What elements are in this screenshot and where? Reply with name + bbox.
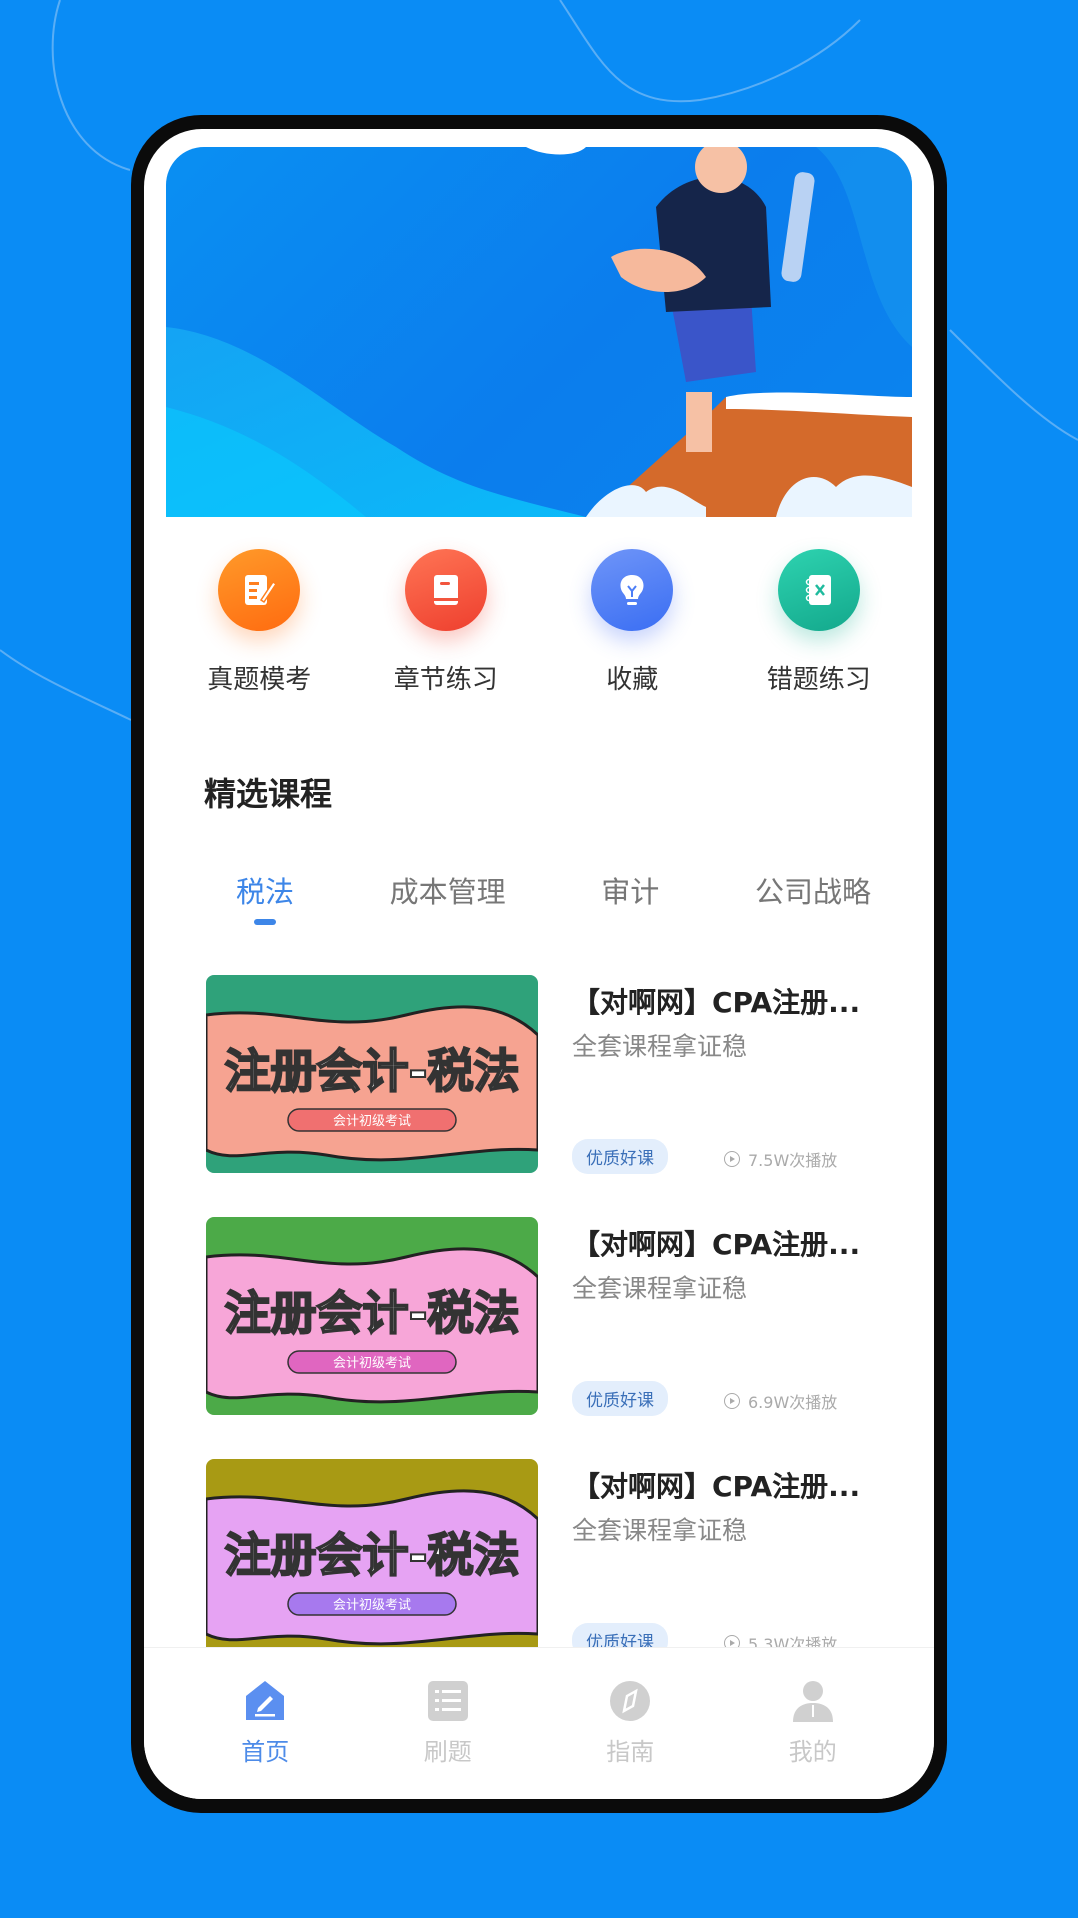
exam-paper-pencil-icon bbox=[218, 549, 301, 631]
quick-item-favorites[interactable]: 收藏 bbox=[547, 549, 717, 699]
course-thumbnail: 注册会计-税法 会计初级考试 bbox=[206, 1459, 538, 1657]
tab-audit[interactable]: 审计 bbox=[539, 869, 721, 949]
course-thumbnail: 注册会计-税法 会计初级考试 bbox=[206, 975, 538, 1173]
course-item[interactable]: 注册会计-税法 会计初级考试 【对啊网】CPA注册... 全套课程拿证稳 优质好… bbox=[206, 1217, 906, 1459]
home-pencil-icon bbox=[242, 1678, 288, 1724]
quality-badge: 优质好课 bbox=[572, 1381, 668, 1416]
active-tab-indicator bbox=[254, 919, 276, 925]
tabbar-profile[interactable]: 我的 bbox=[738, 1648, 888, 1799]
thumbnail-subtitle: 会计初级考试 bbox=[333, 1356, 411, 1371]
play-count-text: 7.5W次播放 bbox=[748, 1151, 838, 1170]
course-list: 注册会计-税法 会计初级考试 【对啊网】CPA注册... 全套课程拿证稳 优质好… bbox=[206, 975, 906, 1701]
course-subtitle: 全套课程拿证稳 bbox=[572, 1032, 748, 1061]
thumbnail-subtitle: 会计初级考试 bbox=[333, 1598, 411, 1613]
lightbulb-icon bbox=[591, 549, 674, 631]
tabbar-practice[interactable]: 刷题 bbox=[373, 1648, 523, 1799]
tabbar-guide[interactable]: 指南 bbox=[555, 1648, 705, 1799]
banner-illustration bbox=[166, 147, 912, 517]
compass-icon bbox=[607, 1678, 653, 1724]
tabbar-label: 刷题 bbox=[423, 1738, 472, 1766]
course-thumbnail: 注册会计-税法 会计初级考试 bbox=[206, 1217, 538, 1415]
quick-item-mistakes[interactable]: 错题练习 bbox=[734, 549, 904, 699]
tab-label: 公司战略 bbox=[754, 875, 871, 909]
book-icon bbox=[404, 549, 487, 631]
bottom-tab-bar: 首页 刷题 指南 我的 bbox=[144, 1647, 934, 1799]
tabbar-home[interactable]: 首页 bbox=[190, 1648, 340, 1799]
tab-cost-management[interactable]: 成本管理 bbox=[357, 869, 539, 949]
tab-label: 审计 bbox=[601, 875, 660, 909]
quick-item-exam[interactable]: 真题模考 bbox=[174, 549, 344, 699]
play-count-text: 6.9W次播放 bbox=[748, 1393, 838, 1412]
tab-label: 成本管理 bbox=[389, 875, 506, 909]
quick-item-chapter[interactable]: 章节练习 bbox=[361, 549, 531, 699]
section-title: 精选课程 bbox=[204, 775, 333, 813]
notebook-x-icon bbox=[777, 549, 860, 631]
category-tabs: 税法 成本管理 审计 公司战略 bbox=[174, 869, 904, 949]
tab-label: 税法 bbox=[235, 875, 294, 909]
course-subtitle: 全套课程拿证稳 bbox=[572, 1274, 748, 1303]
quick-item-label: 收藏 bbox=[606, 665, 659, 695]
thumbnail-art: 注册会计-税法 会计初级考试 bbox=[206, 1217, 538, 1415]
tab-tax-law[interactable]: 税法 bbox=[174, 869, 356, 949]
thumbnail-title: 注册会计-税法 bbox=[224, 1286, 519, 1340]
tab-corporate-strategy[interactable]: 公司战略 bbox=[722, 869, 904, 949]
course-subtitle: 全套课程拿证稳 bbox=[572, 1516, 748, 1545]
thumbnail-title: 注册会计-税法 bbox=[224, 1044, 519, 1098]
course-title: 【对啊网】CPA注册... bbox=[572, 986, 861, 1019]
course-title: 【对啊网】CPA注册... bbox=[572, 1228, 861, 1261]
tabbar-label: 指南 bbox=[606, 1738, 655, 1766]
thumbnail-subtitle: 会计初级考试 bbox=[333, 1114, 411, 1129]
quick-menu: 真题模考 章节练习 收藏 错题练习 bbox=[166, 549, 912, 699]
play-icon bbox=[724, 1393, 740, 1409]
list-icon bbox=[425, 1678, 471, 1724]
play-count: 7.5W次播放 bbox=[724, 1147, 837, 1171]
hero-banner[interactable] bbox=[166, 147, 912, 517]
tabbar-label: 我的 bbox=[788, 1738, 837, 1766]
thumbnail-title: 注册会计-税法 bbox=[224, 1528, 519, 1582]
thumbnail-art: 注册会计-税法 会计初级考试 bbox=[206, 975, 538, 1173]
thumbnail-art: 注册会计-税法 会计初级考试 bbox=[206, 1459, 538, 1657]
quick-item-label: 章节练习 bbox=[393, 665, 498, 695]
quick-item-label: 错题练习 bbox=[766, 665, 871, 695]
tabbar-label: 首页 bbox=[241, 1738, 290, 1766]
app-screen: 真题模考 章节练习 收藏 错题练习 精选课程 税法 成本管理 审计 公司战略 注… bbox=[144, 129, 934, 1799]
user-icon bbox=[790, 1678, 836, 1724]
play-count: 6.9W次播放 bbox=[724, 1389, 837, 1413]
course-item[interactable]: 注册会计-税法 会计初级考试 【对啊网】CPA注册... 全套课程拿证稳 优质好… bbox=[206, 975, 906, 1217]
quick-item-label: 真题模考 bbox=[207, 665, 312, 695]
course-title: 【对啊网】CPA注册... bbox=[572, 1470, 861, 1503]
play-icon bbox=[724, 1151, 740, 1167]
quality-badge: 优质好课 bbox=[572, 1139, 668, 1174]
